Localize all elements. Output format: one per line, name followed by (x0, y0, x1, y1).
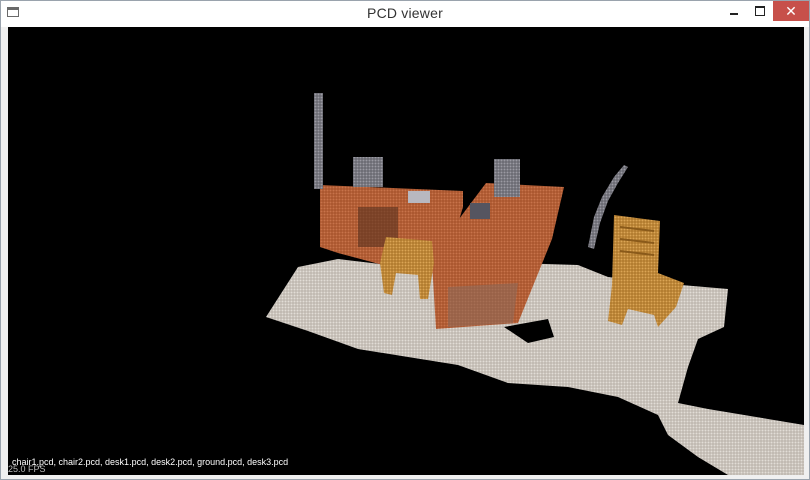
close-icon: ✕ (785, 2, 797, 19)
fps-counter: 25.0 FPS (8, 464, 46, 474)
close-button[interactable]: ✕ (773, 1, 809, 21)
chair2-cloud (608, 215, 684, 327)
desk2-shadow (448, 283, 518, 327)
minimize-icon (730, 13, 738, 15)
pole-cloud (314, 93, 323, 189)
ground-cloud (266, 259, 804, 475)
pcd-viewer-window: PCD viewer ✕ chair1.pcd, chair2.pcd, des… (0, 0, 810, 480)
keyboard (408, 191, 430, 203)
window-title: PCD viewer (367, 5, 443, 21)
loaded-files-label: chair1.pcd, chair2.pcd, desk1.pcd, desk2… (12, 457, 289, 467)
point-cloud-scene (266, 93, 804, 475)
minimize-button[interactable] (721, 1, 747, 21)
monitor-left (353, 157, 383, 187)
title-bar[interactable]: PCD viewer ✕ (1, 1, 809, 27)
maximize-icon (755, 6, 765, 16)
maximize-button[interactable] (747, 1, 773, 21)
point-cloud-viewport[interactable]: chair1.pcd, chair2.pcd, desk1.pcd, desk2… (8, 27, 804, 475)
monitor-right (494, 159, 520, 197)
desk-object (470, 203, 490, 219)
